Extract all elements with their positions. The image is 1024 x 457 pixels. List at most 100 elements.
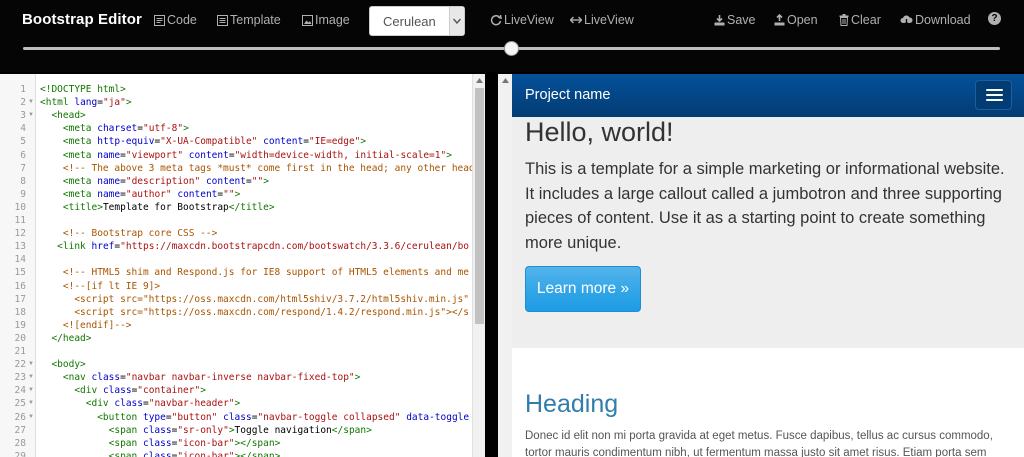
- jumbotron: Hello, world! This is a template for a s…: [512, 117, 1024, 348]
- code-line[interactable]: <meta charset="utf-8">: [40, 122, 472, 135]
- section-text: Donec id elit non mi porta gravida at eg…: [525, 430, 993, 457]
- line-number: 24: [14, 385, 26, 397]
- liveview-refresh-button[interactable]: LiveView: [490, 13, 554, 27]
- bootstrap-editor-app: Bootstrap Editor Code Template Image Cer…: [0, 0, 1024, 457]
- upload-icon: [774, 14, 785, 26]
- line-number: 6: [20, 149, 26, 161]
- code-line[interactable]: [40, 253, 472, 266]
- fold-arrow-icon[interactable]: ▼: [28, 371, 34, 384]
- line-number: 27: [14, 424, 26, 436]
- code-line[interactable]: <div class="container">: [40, 384, 472, 397]
- code-line[interactable]: <span class="icon-bar"></span>: [40, 437, 472, 450]
- code-line[interactable]: <html lang="ja">: [40, 96, 472, 109]
- save-button[interactable]: Save: [714, 13, 756, 27]
- template-tab[interactable]: Template: [217, 13, 281, 27]
- open-button[interactable]: Open: [774, 13, 818, 27]
- code-line[interactable]: <div class="navbar-header">: [40, 397, 472, 410]
- live-preview: Project name Hello, world! This is a tem…: [512, 74, 1024, 457]
- fold-arrow-icon[interactable]: ▼: [28, 109, 34, 122]
- code-line[interactable]: <meta http-equiv="X-UA-Compatible" conte…: [40, 135, 472, 148]
- line-number: 28: [14, 437, 26, 449]
- code-line[interactable]: <nav class="navbar navbar-inverse navbar…: [40, 371, 472, 384]
- section-heading: Heading: [525, 390, 619, 418]
- line-number: 8: [20, 175, 26, 187]
- code-tab[interactable]: Code: [154, 13, 197, 27]
- fold-arrow-icon[interactable]: ▼: [28, 411, 34, 424]
- code-line[interactable]: <![endif]-->: [40, 319, 472, 332]
- code-line[interactable]: <link href="https://maxcdn.bootstrapcdn.…: [40, 240, 472, 253]
- line-number: 3: [20, 110, 26, 122]
- code-line[interactable]: <!DOCTYPE html>: [40, 83, 472, 96]
- chevron-down-icon[interactable]: [449, 7, 464, 35]
- line-number: 17: [14, 293, 26, 305]
- pane-divider: [485, 74, 498, 457]
- cloud-download-icon: [900, 15, 913, 25]
- theme-select[interactable]: Cerulean: [369, 6, 465, 36]
- hamburger-menu-icon[interactable]: [975, 80, 1012, 110]
- line-number: 1: [20, 84, 26, 95]
- code-line[interactable]: </head>: [40, 332, 472, 345]
- scroll-up-icon[interactable]: [473, 74, 485, 87]
- code-line[interactable]: [40, 345, 472, 358]
- code-line[interactable]: <head>: [40, 109, 472, 122]
- liveview-resize-button[interactable]: LiveView: [570, 13, 634, 27]
- line-number: 5: [20, 136, 26, 148]
- theme-select-value: Cerulean: [383, 13, 436, 29]
- code-line[interactable]: <title>Template for Bootstrap</title>: [40, 201, 472, 214]
- line-number: 2: [20, 97, 26, 109]
- code-line[interactable]: <span class="icon-bar"></span>: [40, 450, 472, 457]
- top-toolbar: Bootstrap Editor Code Template Image Cer…: [0, 0, 1024, 72]
- preview-navbar: Project name: [512, 74, 1024, 117]
- code-icon: [154, 14, 165, 26]
- template-tab-label: Template: [230, 13, 281, 27]
- line-number: 29: [14, 450, 26, 457]
- code-line[interactable]: <span class="sr-only">Toggle navigation<…: [40, 424, 472, 437]
- split-slider-handle[interactable]: [504, 41, 519, 56]
- code-tab-label: Code: [167, 13, 197, 27]
- line-number: 19: [14, 319, 26, 331]
- code-line[interactable]: <meta name="viewport" content="width=dev…: [40, 149, 472, 162]
- line-number: 20: [14, 332, 26, 344]
- image-tab[interactable]: Image: [302, 13, 350, 27]
- code-line[interactable]: <!-- HTML5 shim and Respond.js for IE8 s…: [40, 266, 472, 279]
- help-icon[interactable]: ?: [988, 12, 1001, 25]
- code-editor[interactable]: 1 <!DOCTYPE html> 2 ▼ <html lang="ja"> 3 ▼ <he…: [0, 74, 485, 457]
- preview-scroll-up-icon[interactable]: [499, 74, 511, 87]
- code-line[interactable]: <meta name="author" content="">: [40, 188, 472, 201]
- line-number: 25: [14, 398, 26, 410]
- download-button[interactable]: Download: [900, 13, 971, 27]
- code-line[interactable]: <button type="button" class="navbar-togg…: [40, 411, 472, 424]
- preview-brand[interactable]: Project name: [525, 87, 610, 103]
- code-line[interactable]: <script src="https://oss.maxcdn.com/html…: [40, 293, 472, 306]
- fold-arrow-icon[interactable]: ▼: [28, 384, 34, 397]
- code-line[interactable]: <!--[if lt IE 9]>: [40, 280, 472, 293]
- editor-scrollbar[interactable]: [472, 74, 485, 457]
- jumbotron-heading: Hello, world!: [525, 117, 674, 147]
- line-number: 21: [14, 346, 26, 357]
- code-line[interactable]: <meta name="description" content="">: [40, 175, 472, 188]
- clear-button[interactable]: Clear: [839, 13, 881, 27]
- save-icon: [714, 15, 725, 26]
- line-number: 13: [14, 241, 26, 253]
- line-number: 18: [14, 306, 26, 318]
- code-line[interactable]: <!-- Bootstrap core CSS -->: [40, 227, 472, 240]
- line-number: 12: [14, 228, 26, 240]
- code-line[interactable]: [40, 214, 472, 227]
- learn-more-button[interactable]: Learn more »: [525, 266, 641, 312]
- fold-arrow-icon[interactable]: ▼: [28, 358, 34, 371]
- preview-scrollbar[interactable]: [498, 74, 512, 457]
- code-line[interactable]: <script src="https://oss.maxcdn.com/resp…: [40, 306, 472, 319]
- code-line[interactable]: <body>: [40, 358, 472, 371]
- editor-scroll-thumb[interactable]: [475, 88, 484, 324]
- fold-arrow-icon[interactable]: ▼: [28, 96, 34, 109]
- liveview-refresh-label: LiveView: [504, 13, 554, 27]
- fold-arrow-icon[interactable]: ▼: [28, 397, 34, 410]
- line-number: 16: [14, 280, 26, 292]
- line-number: 23: [14, 372, 26, 384]
- download-label: Download: [915, 13, 971, 27]
- trash-icon: [839, 14, 849, 26]
- code-line[interactable]: <!-- The above 3 meta tags *must* come f…: [40, 162, 472, 175]
- app-brand: Bootstrap Editor: [22, 11, 142, 28]
- arrows-horizontal-icon: [570, 16, 582, 24]
- image-tab-label: Image: [315, 13, 350, 27]
